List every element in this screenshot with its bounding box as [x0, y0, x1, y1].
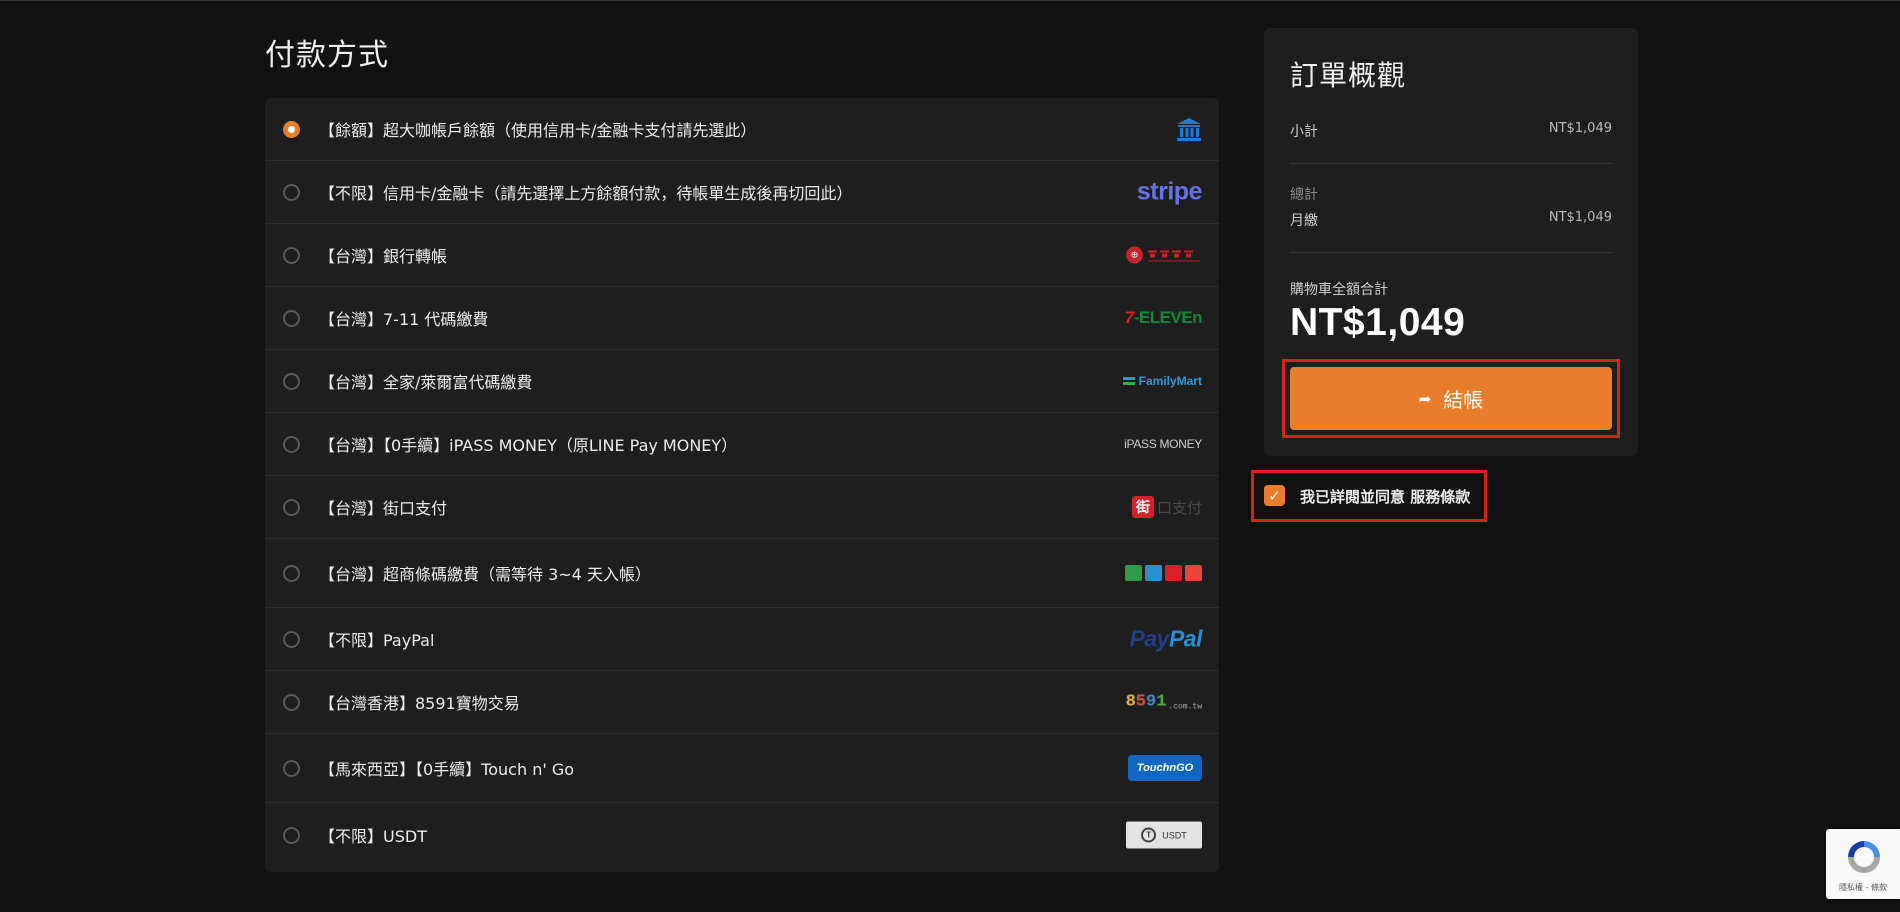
radio-unselected[interactable]: [283, 630, 300, 648]
ipass-money-logo: iPASS MONEY: [1124, 437, 1202, 451]
touch-n-go-logo: TouchnGO: [1128, 755, 1202, 781]
payment-option-touch-n-go[interactable]: 【馬來西亞】【0手續】Touch n' Go TouchnGO: [265, 734, 1219, 803]
share-arrow-icon: ➦: [1418, 389, 1432, 408]
cart-total-value: NT$1,049: [1290, 301, 1466, 344]
radio-selected[interactable]: [283, 120, 300, 138]
stripe-logo: stripe: [1136, 177, 1203, 206]
subtotal-row: 小計 NT$1,049: [1290, 121, 1612, 141]
radio-unselected[interactable]: [283, 309, 300, 327]
radio-unselected[interactable]: [283, 435, 300, 453]
monthly-row: 月繳 NT$1,049: [1290, 210, 1612, 230]
payment-option-label: 【台灣香港】8591寶物交易: [319, 694, 520, 713]
recaptcha-text: 隱私權 - 條款: [1839, 883, 1887, 892]
radio-unselected[interactable]: [283, 372, 300, 390]
payment-option-ipass-money[interactable]: 【台灣】【0手續】iPASS MONEY（原LINE Pay MONEY） iP…: [265, 413, 1219, 476]
radio-unselected[interactable]: [283, 246, 300, 264]
recaptcha-icon: [1848, 841, 1880, 873]
payment-option-label: 【不限】USDT: [319, 827, 427, 846]
payment-option-store-barcode[interactable]: 【台灣】超商條碼繳費（需等待 3~4 天入帳）: [265, 539, 1219, 608]
payment-option-credit-card[interactable]: 【不限】信用卡/金融卡（請先選擇上方餘額付款，待帳單生成後再切回此） strip…: [265, 161, 1219, 224]
divider: [1290, 163, 1612, 164]
payment-option-bank-transfer[interactable]: 【台灣】銀行轉帳 ⊕: [265, 224, 1219, 287]
payment-option-label: 【台灣】超商條碼繳費（需等待 3~4 天入帳）: [319, 565, 651, 584]
payment-option-paypal[interactable]: 【不限】PayPal Pay Pal: [265, 608, 1219, 671]
divider: [1290, 252, 1612, 253]
terms-of-service-link[interactable]: 服務條款: [1410, 488, 1470, 506]
terms-text: 我已詳閱並同意: [1300, 488, 1406, 506]
radio-unselected[interactable]: [283, 564, 300, 582]
payment-methods-list: 【餘額】超大咖帳戶餘額（使用信用卡/金融卡支付請先選此） 【不限】信用卡/金融卡…: [265, 98, 1219, 872]
payment-option-label: 【台灣】7-11 代碼繳費: [319, 310, 489, 329]
checkout-button-label: 結帳: [1443, 388, 1484, 412]
payment-option-label: 【不限】PayPal: [319, 631, 435, 650]
radio-unselected[interactable]: [283, 826, 300, 844]
cart-total-label: 購物車全額合計: [1290, 282, 1388, 298]
checkout-button[interactable]: ➦ 結帳: [1290, 367, 1612, 430]
jkopay-logo: 街 口支付: [1131, 496, 1202, 518]
page-title: 付款方式: [265, 38, 389, 73]
monthly-value: NT$1,049: [1548, 210, 1612, 225]
payment-option-label: 【餘額】超大咖帳戶餘額（使用信用卡/金融卡支付請先選此）: [319, 121, 757, 140]
familymart-logo: FamilyMart: [1122, 374, 1202, 388]
radio-unselected[interactable]: [283, 183, 300, 201]
monthly-label: 月繳: [1290, 213, 1318, 229]
total-section-label: 總計: [1290, 187, 1318, 203]
checkmark-icon: ✓: [1268, 486, 1281, 505]
payment-option-familymart[interactable]: 【台灣】全家/萊爾富代碼繳費 FamilyMart: [265, 350, 1219, 413]
radio-unselected[interactable]: [283, 693, 300, 711]
order-summary-panel: 訂單概觀 小計 NT$1,049 總計 月繳 NT$1,049 購物車全額合計 …: [1264, 28, 1638, 456]
payment-option-label: 【台灣】【0手續】iPASS MONEY（原LINE Pay MONEY）: [319, 436, 738, 455]
payment-option-label: 【台灣】街口支付: [319, 499, 448, 518]
8591-logo: 8591 .com.tw: [1125, 692, 1202, 712]
payment-option-711[interactable]: 【台灣】7-11 代碼繳費 7 -ELEVEn: [265, 287, 1219, 350]
payment-option-label: 【台灣】全家/萊爾富代碼繳費: [319, 373, 533, 392]
bank-icon: [1176, 116, 1202, 142]
subtotal-label: 小計: [1290, 124, 1318, 140]
terms-agreement: 我已詳閱並同意 服務條款: [1300, 486, 1470, 507]
terms-checkbox[interactable]: ✓: [1264, 485, 1285, 506]
bank-of-taiwan-logo: ⊕: [1126, 246, 1202, 264]
usdt-logo: T USDT: [1126, 821, 1202, 849]
recaptcha-badge[interactable]: 隱私權 - 條款: [1826, 829, 1900, 899]
payment-option-label: 【不限】信用卡/金融卡（請先選擇上方餘額付款，待帳單生成後再切回此）: [319, 184, 853, 203]
7-eleven-logo: 7 -ELEVEn: [1124, 308, 1203, 327]
paypal-logo: Pay Pal: [1129, 625, 1203, 652]
payment-option-jkopay[interactable]: 【台灣】街口支付 街 口支付: [265, 476, 1219, 539]
payment-option-label: 【台灣】銀行轉帳: [319, 247, 448, 266]
order-summary-title: 訂單概觀: [1290, 59, 1407, 92]
payment-option-balance[interactable]: 【餘額】超大咖帳戶餘額（使用信用卡/金融卡支付請先選此）: [265, 98, 1219, 161]
radio-unselected[interactable]: [283, 759, 300, 777]
payment-option-usdt[interactable]: 【不限】USDT T USDT: [265, 803, 1219, 867]
payment-option-label: 【馬來西亞】【0手續】Touch n' Go: [319, 760, 575, 779]
radio-unselected[interactable]: [283, 498, 300, 516]
top-divider: [0, 0, 1900, 1]
payment-option-8591[interactable]: 【台灣香港】8591寶物交易 8591 .com.tw: [265, 671, 1219, 734]
convenience-stores-logo: [1125, 565, 1202, 581]
subtotal-value: NT$1,049: [1548, 121, 1612, 136]
